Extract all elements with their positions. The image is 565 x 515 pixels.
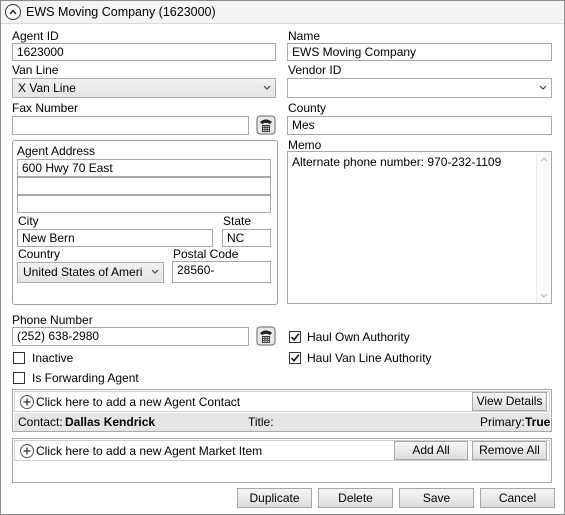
check-icon (290, 354, 300, 363)
state-label: State (223, 214, 252, 228)
city-label: City (18, 214, 39, 228)
contact-title-label: Title: (248, 415, 274, 429)
vendor-id-select[interactable] (287, 78, 552, 98)
view-details-button[interactable]: View Details (472, 392, 547, 411)
plus-icon[interactable] (20, 444, 34, 458)
contact-name: Dallas Kendrick (65, 415, 156, 429)
county-field[interactable]: Mes (287, 116, 552, 135)
city-field[interactable]: New Bern (17, 229, 213, 247)
memo-field[interactable]: Alternate phone number: 970-232-1109 (287, 151, 552, 304)
panel-header[interactable]: EWS Moving Company (1623000) (1, 1, 564, 24)
memo-scrollbar[interactable] (536, 152, 551, 303)
county-label: County (288, 101, 327, 115)
check-icon (290, 333, 300, 342)
country-select[interactable]: United States of Ameri (17, 262, 164, 283)
inactive-label: Inactive (32, 351, 74, 365)
chevron-down-icon (151, 269, 159, 274)
add-agent-contact-text: Click here to add a new Agent Contact (36, 395, 241, 409)
chevron-up-icon[interactable] (540, 156, 548, 162)
name-label: Name (288, 29, 321, 43)
postal-code-label: Postal Code (173, 247, 239, 261)
forwarding-agent-checkbox[interactable] (13, 372, 25, 384)
phone-icon[interactable] (256, 115, 276, 135)
country-value: United States of Ameri (23, 265, 143, 279)
agent-id-label: Agent ID (12, 29, 59, 43)
add-agent-contact-row[interactable]: Click here to add a new Agent Contact (14, 391, 550, 412)
country-label: Country (18, 247, 61, 261)
haul-van-line-authority-checkbox[interactable] (289, 352, 301, 364)
address-line2-field[interactable] (17, 177, 271, 195)
chevron-down-icon (539, 85, 547, 90)
haul-own-authority-checkbox[interactable] (289, 331, 301, 343)
fax-label: Fax Number (12, 101, 79, 115)
agent-id-field[interactable]: 1623000 (12, 43, 276, 61)
van-line-label: Van Line (12, 63, 59, 77)
haul-own-authority-label: Haul Own Authority (307, 330, 410, 344)
postal-code-field[interactable]: 28560- (172, 261, 271, 283)
phone-label: Phone Number (12, 313, 93, 327)
primary-label: Primary: (480, 415, 525, 429)
address-line3-field[interactable] (17, 195, 271, 213)
remove-all-button[interactable]: Remove All (472, 441, 547, 460)
duplicate-button[interactable]: Duplicate (237, 488, 312, 508)
phone-field[interactable]: (252) 638-2980 (12, 327, 249, 346)
add-agent-market-text: Click here to add a new Agent Market Ite… (36, 444, 263, 458)
plus-icon[interactable] (20, 395, 34, 409)
delete-button[interactable]: Delete (318, 488, 393, 508)
chevron-up-icon[interactable] (5, 4, 21, 20)
contact-label: Contact: (18, 415, 63, 429)
memo-text: Alternate phone number: 970-232-1109 (292, 155, 502, 169)
address-line1-field[interactable]: 600 Hwy 70 East (17, 159, 271, 177)
memo-label: Memo (288, 138, 322, 152)
inactive-checkbox[interactable] (13, 352, 25, 364)
state-field[interactable]: NC (222, 229, 271, 247)
add-all-button[interactable]: Add All (394, 441, 468, 460)
save-button[interactable]: Save (399, 488, 474, 508)
add-agent-market-row[interactable]: Click here to add a new Agent Market Ite… (14, 440, 550, 461)
primary-value: True (525, 415, 551, 429)
van-line-select[interactable]: X Van Line (12, 78, 276, 98)
agent-address-label: Agent Address (17, 144, 96, 158)
chevron-down-icon (263, 85, 271, 90)
van-line-value: X Van Line (18, 81, 76, 95)
vendor-id-label: Vendor ID (288, 63, 342, 77)
chevron-down-icon[interactable] (540, 293, 548, 299)
phone-icon[interactable] (256, 326, 276, 346)
haul-van-line-authority-label: Haul Van Line Authority (307, 351, 432, 365)
contact-row[interactable]: Contact: Dallas Kendrick Title: Primary:… (14, 413, 550, 431)
fax-field[interactable] (12, 116, 249, 135)
panel-title: EWS Moving Company (1623000) (26, 5, 216, 19)
forwarding-agent-label: Is Forwarding Agent (32, 371, 139, 385)
cancel-button[interactable]: Cancel (480, 488, 555, 508)
name-field[interactable]: EWS Moving Company (287, 43, 552, 61)
